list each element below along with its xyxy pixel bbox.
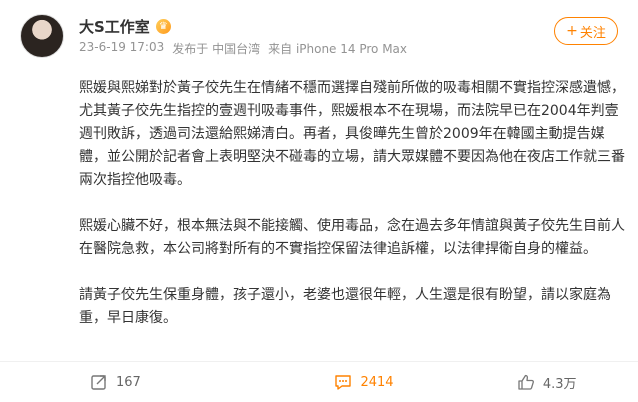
comment-count: 2414 [360, 374, 394, 390]
post-date[interactable]: 23-6-19 17:03 [79, 40, 164, 57]
plus-icon: + [566, 23, 578, 39]
like-button[interactable]: 4.3万 [455, 362, 638, 402]
post-device: 来自 iPhone 14 Pro Max [268, 42, 408, 56]
post-toolbar: 167 2414 4.3万 [0, 362, 638, 402]
comment-icon [334, 373, 352, 391]
user-name-row: 大S工作室 ♛ [79, 16, 171, 37]
user-name[interactable]: 大S工作室 [79, 16, 150, 37]
post-location: 发布于 中国台湾 [172, 42, 261, 56]
thumbs-up-icon [517, 373, 535, 391]
post-paragraph-1: 熙媛與熙娣對於黃子佼先生在情緒不穩而選擇自殘前所做的吸毒相關不實指控深感遺憾，尤… [79, 80, 625, 188]
post-header: 大S工作室 ♛ 23-6-19 17:03 发布于 中国台湾 来自 iPhone… [0, 0, 638, 72]
post-meta: 23-6-19 17:03 发布于 中国台湾 来自 iPhone 14 Pro … [79, 40, 407, 57]
post-content: 熙媛與熙娣對於黃子佼先生在情緒不穩而選擇自殘前所做的吸毒相關不實指控深感遺憾，尤… [79, 77, 627, 353]
post-paragraph-2: 熙媛心臟不好，根本無法與不能接觸、使用毒品，念在過去多年情誼與黃子佼先生目前人在… [79, 218, 625, 257]
follow-label: 关注 [579, 25, 606, 41]
repost-icon [90, 373, 108, 391]
like-count: 4.3万 [542, 376, 577, 392]
vip-crown-icon: ♛ [155, 19, 171, 34]
avatar[interactable] [20, 14, 64, 58]
comment-button[interactable]: 2414 [273, 362, 456, 402]
repost-button[interactable]: 167 [0, 362, 273, 402]
post-paragraph-3: 請黃子佼先生保重身體，孩子還小，老婆也還很年輕，人生還是很有盼望，請以家庭為重，… [79, 287, 611, 326]
follow-button[interactable]: + 关注 [554, 17, 618, 45]
repost-count: 167 [116, 374, 141, 390]
